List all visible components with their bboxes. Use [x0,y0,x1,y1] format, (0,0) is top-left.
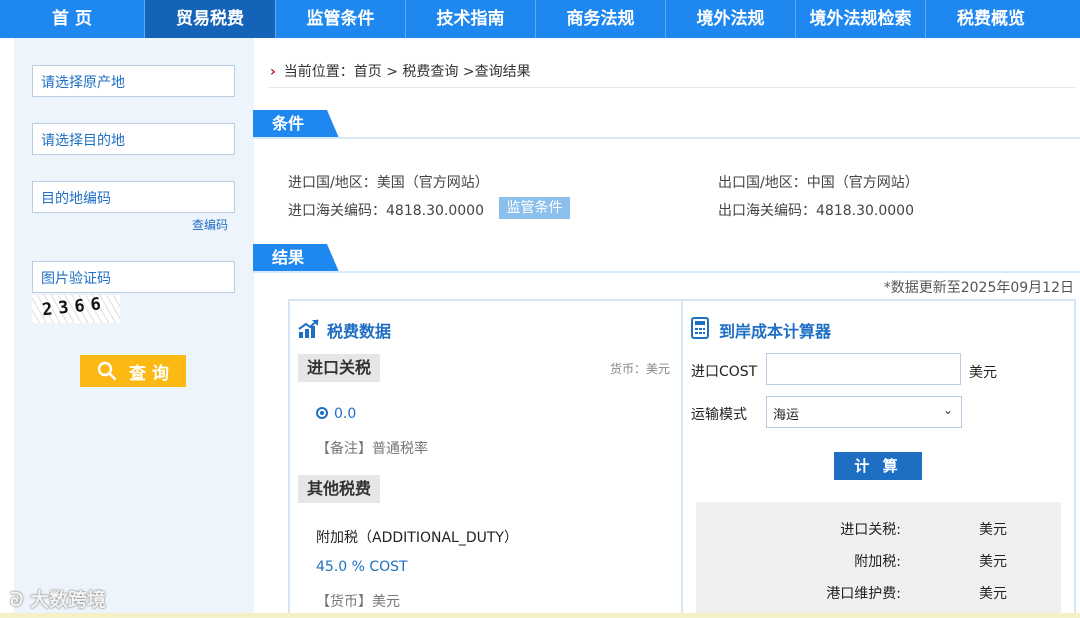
bottom-bar [0,613,1080,618]
update-note: *数据更新至2025年09月12日 [883,280,1074,296]
duty-rate-option[interactable]: 0.0 [316,406,356,422]
duty-note: 【备注】普通税率 [316,441,428,457]
result-row: 港口维护费: 美元 [696,583,1061,605]
divider [268,87,1076,88]
breadcrumb-arrow-icon: › [270,64,276,80]
chevron-down-icon: ⌄ [942,403,953,417]
search-sidebar: 请选择原产地 请选择目的地 目的地编码 查编码 图片验证码 2366 查 询 [14,38,254,618]
captcha-text: 2366 [41,295,108,321]
cost-label: 进口COST [691,364,758,380]
result-row: 附加税: 美元 [696,551,1061,573]
destination-select[interactable]: 请选择目的地 [32,123,235,155]
query-button[interactable]: 查 询 [80,355,186,387]
calculate-button[interactable]: 计 算 [834,452,922,480]
transport-value: 海运 [773,408,800,423]
export-country: 出口国/地区：中国（官方网站） [718,175,919,191]
additional-duty-currency: 【货币】美元 [316,594,400,610]
breadcrumb: › 当前位置：首页 > 税费查询 >查询结果 [270,61,531,81]
calculator-icon [691,317,709,339]
radio-selected-icon [316,407,328,419]
watermark-logo-icon: ᘐ [10,589,30,611]
nav-item-tax-overview[interactable]: 税费概览 [926,0,1056,38]
duty-rate-value: 0.0 [334,406,357,422]
nav-item-commerce-law[interactable]: 商务法规 [536,0,666,38]
export-code: 出口海关编码：4818.30.0000 [718,203,914,219]
search-icon [97,361,117,381]
lookup-code-link[interactable]: 查编码 [192,216,228,233]
breadcrumb-text: 当前位置：首页 > 税费查询 >查询结果 [283,64,531,80]
nav-item-home[interactable]: 首 页 [0,0,145,38]
currency-label: 货币：美元 [610,362,671,376]
query-button-label: 查 询 [129,363,169,384]
nav-item-foreign-law[interactable]: 境外法规 [666,0,796,38]
cost-input[interactable] [766,353,961,385]
result-unit: 美元 [979,554,1007,570]
nav-item-tech-guide[interactable]: 技术指南 [406,0,536,38]
calculator-title: 到岸成本计算器 [719,322,832,341]
top-nav: 首 页 贸易税费 监管条件 技术指南 商务法规 境外法规 境外法规检索 税费概览 [0,0,1080,38]
captcha-input[interactable]: 图片验证码 [32,261,235,293]
other-tax-tab: 其他税费 [298,475,381,503]
conditions-divider [253,137,1080,139]
import-country: 进口国/地区：美国（官方网站） [288,175,489,191]
nav-item-trade-tax[interactable]: 贸易税费 [145,0,276,38]
result-unit: 美元 [979,586,1007,602]
additional-duty-rate: 45.0 % COST [316,559,408,575]
result-label: 附加税: [854,554,901,570]
captcha-image[interactable]: 2366 [32,295,120,323]
result-row: 进口关税: 美元 [696,519,1061,541]
conditions-title: 条件 [253,110,339,138]
import-code: 进口海关编码：4818.30.0000 [288,203,484,219]
dest-code-input[interactable]: 目的地编码 [32,181,235,213]
results-title: 结果 [253,244,339,272]
chart-icon [298,319,319,338]
tax-data-title: 税费数据 [327,322,392,341]
regulation-button[interactable]: 监管条件 [499,197,570,219]
watermark-text: 大数跨境 [30,589,107,611]
result-label: 港口维护费: [826,586,901,602]
import-duty-tab: 进口关税 [298,354,381,382]
transport-select[interactable]: 海运 ⌄ [766,396,962,428]
origin-select[interactable]: 请选择原产地 [32,65,235,97]
result-unit: 美元 [979,522,1007,538]
additional-duty-name: 附加税（ADDITIONAL_DUTY） [316,530,518,546]
result-label: 进口关税: [840,522,901,538]
transport-label: 运输模式 [691,407,747,423]
watermark: ᘐ 大数跨境 [10,585,106,612]
nav-item-regulatory[interactable]: 监管条件 [276,0,406,38]
results-divider [253,271,1080,273]
calculation-results: 进口关税: 美元 附加税: 美元 港口维护费: 美元 [696,502,1061,618]
cost-unit: 美元 [969,365,997,381]
nav-item-foreign-law-search[interactable]: 境外法规检索 [796,0,926,38]
